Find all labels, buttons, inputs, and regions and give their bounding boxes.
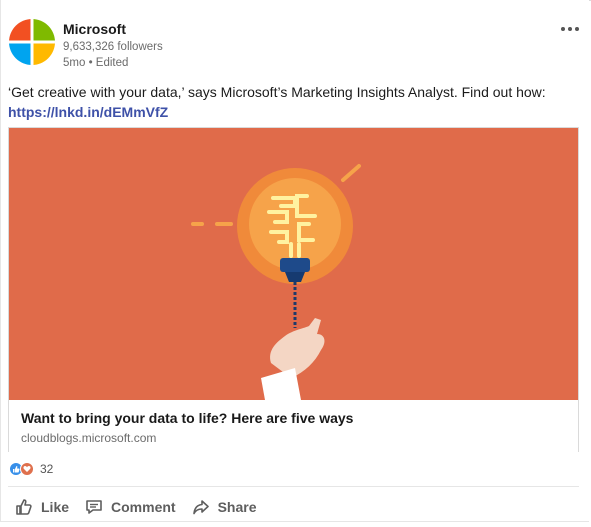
post-body: ‘Get creative with your data,’ says Micr… — [8, 82, 583, 122]
like-label: Like — [41, 499, 70, 515]
comment-button[interactable]: Comment — [85, 498, 176, 516]
share-button[interactable]: Share — [192, 498, 257, 516]
author-name[interactable]: Microsoft — [63, 21, 126, 37]
microsoft-logo-icon[interactable] — [9, 19, 55, 65]
lightbulb-brain-illustration — [9, 128, 578, 400]
post-link[interactable]: https://lnkd.in/dEMmVfZ — [8, 104, 168, 120]
like-button[interactable]: Like — [15, 498, 69, 516]
feed-post-card: Microsoft 9,633,326 followers 5mo • Edit… — [0, 0, 589, 522]
preview-meta: Want to bring your data to life? Here ar… — [9, 400, 578, 452]
preview-domain: cloudblogs.microsoft.com — [21, 431, 157, 445]
comment-icon — [86, 500, 102, 514]
social-actions-bar: Like Comment Share — [15, 494, 273, 520]
link-preview[interactable]: Want to bring your data to life? Here ar… — [8, 127, 579, 452]
preview-title[interactable]: Want to bring your data to life? Here ar… — [21, 410, 353, 426]
thumbs-up-icon — [16, 499, 32, 515]
follower-count: 9,633,326 followers — [63, 41, 163, 53]
post-text: ‘Get creative with your data,’ says Micr… — [8, 84, 546, 100]
share-icon — [192, 500, 209, 515]
love-icon — [20, 462, 34, 476]
actions-divider — [8, 486, 579, 487]
post-time: 5mo • Edited — [63, 57, 129, 69]
reaction-count[interactable]: 32 — [40, 462, 53, 476]
preview-image[interactable] — [9, 128, 578, 400]
share-label: Share — [217, 499, 257, 515]
reactions-summary[interactable]: 32 — [9, 459, 53, 479]
comment-label: Comment — [111, 499, 176, 515]
more-options-icon[interactable] — [558, 23, 582, 35]
post-header: Microsoft 9,633,326 followers 5mo • Edit… — [9, 19, 584, 71]
